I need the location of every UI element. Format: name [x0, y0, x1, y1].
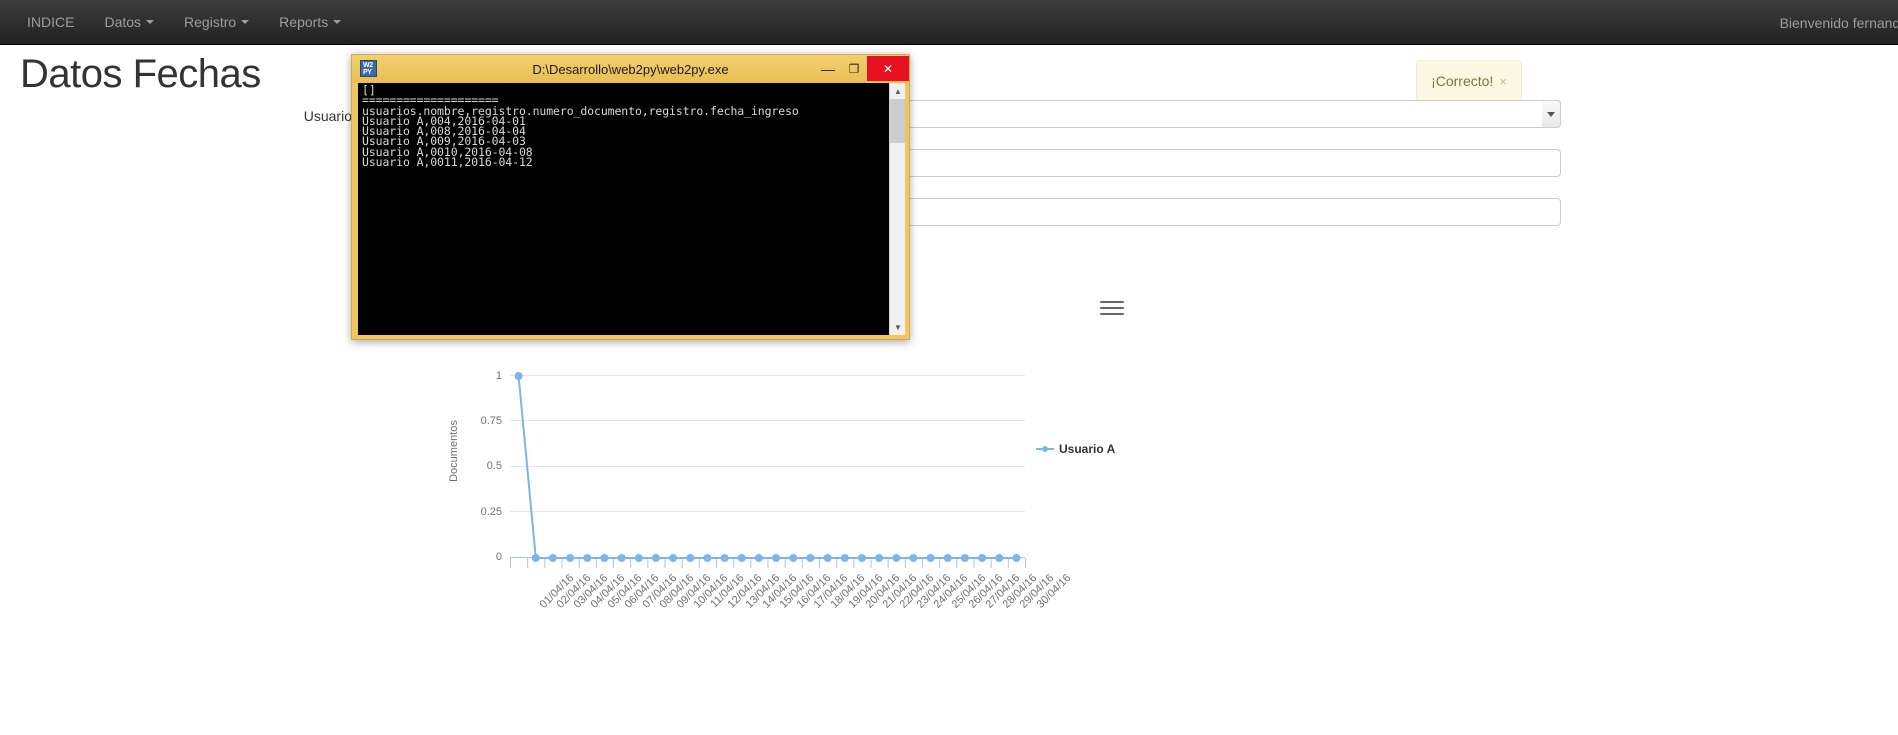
console-title-bar[interactable]: W2 PY D:\Desarrollo\web2py\web2py.exe — ❐…: [352, 55, 909, 83]
data-point[interactable]: [531, 554, 540, 562]
data-point[interactable]: [566, 554, 575, 562]
page-title: Datos Fechas: [20, 52, 261, 96]
data-point[interactable]: [926, 554, 935, 562]
page-root: INDICE Datos Registro Reports Bienvenido…: [0, 0, 1898, 735]
data-point[interactable]: [772, 554, 781, 562]
data-point[interactable]: [651, 554, 660, 562]
data-point[interactable]: [875, 554, 884, 562]
data-point[interactable]: [806, 554, 815, 562]
chevron-down-icon: [1547, 111, 1555, 117]
data-point[interactable]: [978, 554, 987, 562]
chevron-down-icon: [241, 20, 250, 24]
nav-item-reports[interactable]: Reports: [264, 0, 356, 44]
legend-label: Usuario A: [1059, 442, 1116, 456]
data-point[interactable]: [548, 554, 557, 562]
status-alert: ¡Correcto! ×: [1416, 60, 1522, 102]
scrollbar-thumb[interactable]: [890, 99, 905, 143]
close-button[interactable]: ✕: [867, 56, 909, 81]
main-navbar: INDICE Datos Registro Reports Bienvenido…: [0, 0, 1898, 45]
data-point[interactable]: [703, 554, 712, 562]
data-point[interactable]: [823, 554, 832, 562]
datos-fechas-form: Usuario: [0, 100, 1898, 247]
nav-item-label: Datos: [104, 14, 142, 30]
alert-text: ¡Correcto!: [1431, 73, 1494, 89]
form-row-usuario: Usuario: [0, 100, 1898, 149]
nav-item-label: INDICE: [27, 14, 75, 30]
data-point[interactable]: [583, 554, 592, 562]
form-row-field-1: [0, 149, 1898, 198]
data-point[interactable]: [995, 554, 1004, 562]
window-controls: — ❐ ✕: [815, 56, 909, 81]
legend-marker-icon: [1036, 444, 1054, 454]
nav-item-datos[interactable]: Datos: [89, 0, 169, 44]
close-icon[interactable]: ×: [1499, 74, 1507, 89]
console-output-text: [] ==================== usuarios.nombre,…: [362, 83, 799, 170]
data-point[interactable]: [943, 554, 952, 562]
data-point[interactable]: [1012, 554, 1021, 562]
nav-item-indice[interactable]: INDICE: [12, 0, 89, 44]
nav-item-registro[interactable]: Registro: [169, 0, 264, 44]
nav-item-label: Reports: [279, 14, 329, 30]
console-scrollbar[interactable]: ▲ ▼: [889, 83, 905, 335]
web2py-app-icon: W2 PY: [360, 60, 377, 77]
navbar-welcome[interactable]: Bienvenido fernando: [1780, 0, 1898, 45]
data-point[interactable]: [892, 554, 901, 562]
data-point[interactable]: [514, 372, 523, 380]
data-point[interactable]: [960, 554, 969, 562]
chevron-down-icon: [333, 20, 342, 24]
select-dropdown-arrow[interactable]: [1542, 100, 1561, 128]
data-point[interactable]: [857, 554, 866, 562]
chart-legend-item-usuario-a[interactable]: Usuario A: [1036, 442, 1115, 456]
nav-item-label: Registro: [184, 14, 237, 30]
data-point[interactable]: [737, 554, 746, 562]
maximize-button[interactable]: ❐: [841, 56, 867, 81]
welcome-label: Bienvenido fernando: [1779, 14, 1898, 31]
data-point[interactable]: [600, 554, 609, 562]
data-point[interactable]: [754, 554, 763, 562]
usuario-label: Usuario: [303, 108, 352, 124]
chevron-down-icon: [146, 20, 155, 24]
data-point[interactable]: [634, 554, 643, 562]
scroll-up-icon[interactable]: ▲: [890, 83, 905, 99]
data-point[interactable]: [669, 554, 678, 562]
console-output-area[interactable]: [] ==================== usuarios.nombre,…: [358, 83, 905, 335]
form-row-field-2: [0, 198, 1898, 247]
data-point[interactable]: [789, 554, 798, 562]
minimize-button[interactable]: —: [815, 56, 841, 81]
data-point[interactable]: [617, 554, 626, 562]
data-point[interactable]: [909, 554, 918, 562]
scroll-down-icon[interactable]: ▼: [890, 319, 905, 335]
data-point[interactable]: [840, 554, 849, 562]
data-point[interactable]: [720, 554, 729, 562]
navbar-items: INDICE Datos Registro Reports: [12, 0, 356, 44]
data-point[interactable]: [686, 554, 695, 562]
web2py-console-window[interactable]: W2 PY D:\Desarrollo\web2py\web2py.exe — ❐…: [351, 54, 910, 340]
